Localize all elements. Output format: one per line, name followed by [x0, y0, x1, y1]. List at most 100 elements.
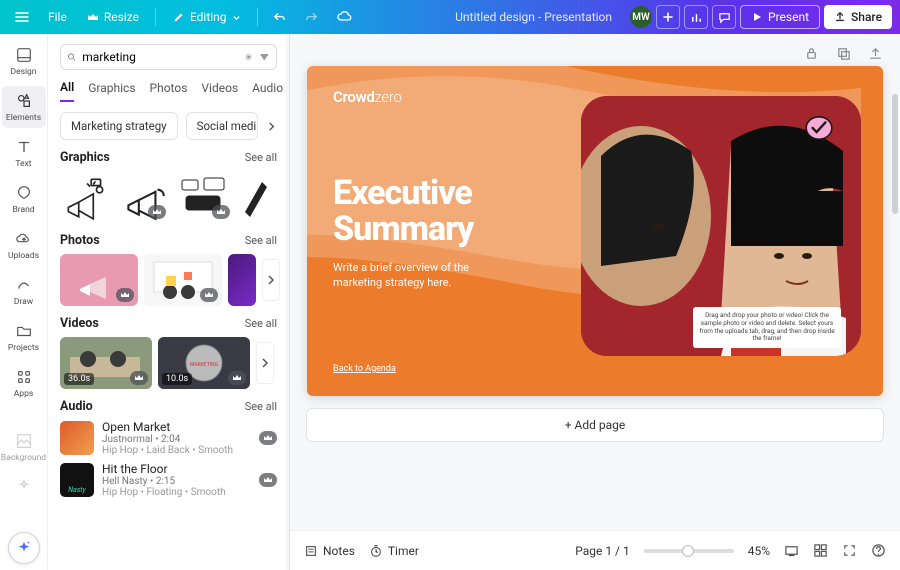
premium-icon [228, 371, 246, 385]
rail-elements[interactable]: Elements [2, 86, 46, 128]
hamburger-menu-icon[interactable] [8, 3, 36, 31]
audio-title: Hit the Floor [102, 462, 251, 476]
zoom-slider[interactable] [644, 549, 734, 553]
design-icon [14, 45, 34, 65]
chevron-right-icon[interactable] [266, 121, 277, 132]
add-collaborator-button[interactable] [656, 5, 680, 29]
timer-label: Timer [388, 544, 419, 558]
add-page-button[interactable]: + Add page [306, 408, 884, 442]
see-all-link[interactable]: See all [245, 317, 277, 330]
rail-background[interactable]: Background [2, 426, 46, 468]
scroll-right-button[interactable] [256, 342, 274, 384]
search-input-wrap[interactable] [60, 44, 277, 70]
notes-icon [304, 544, 318, 558]
rail-label: Text [15, 159, 31, 169]
analytics-button[interactable] [684, 5, 708, 29]
slide-headline: ExecutiveSummary [333, 176, 473, 247]
avatar[interactable]: MW [630, 6, 652, 28]
export-icon[interactable] [866, 44, 884, 62]
redo-button[interactable] [298, 3, 326, 31]
apps-icon [14, 367, 34, 387]
left-rail: Design Elements Text Brand Uploads Draw … [0, 34, 48, 570]
present-button[interactable]: Present [740, 5, 820, 29]
filter-icon[interactable] [259, 49, 270, 65]
rail-label: Projects [8, 343, 39, 353]
premium-icon [259, 473, 277, 487]
rail-text[interactable]: Text [2, 132, 46, 174]
rail-uploads[interactable]: Uploads [2, 224, 46, 266]
rail-apps[interactable]: Apps [2, 362, 46, 404]
tab-graphics[interactable]: Graphics [88, 81, 135, 101]
video-thumb[interactable]: 36.0s [60, 337, 152, 389]
graphic-thumb[interactable]: MARKETING [176, 171, 234, 223]
chip[interactable]: Marketing strategy [60, 112, 178, 140]
notes-button[interactable]: Notes [304, 544, 355, 558]
videos-row: 36.0s MARKETING 10.0s [60, 337, 277, 389]
rail-design[interactable]: Design [2, 40, 46, 82]
lock-icon[interactable] [802, 44, 820, 62]
chip[interactable]: Social media marke [186, 112, 258, 140]
section-title: Videos [60, 316, 99, 331]
photo-thumb[interactable] [228, 254, 256, 306]
slide[interactable]: Crowdzero ExecutiveSummary Write a brief… [307, 66, 883, 396]
magic-button[interactable] [8, 532, 40, 564]
rail-draw[interactable]: Draw [2, 270, 46, 312]
pencil-icon [172, 11, 185, 24]
see-all-link[interactable]: See all [245, 151, 277, 164]
file-label: File [48, 10, 67, 24]
search-input[interactable] [82, 50, 238, 64]
editing-mode-dropdown[interactable]: Editing [164, 5, 249, 29]
clear-icon[interactable] [244, 50, 253, 64]
cloud-sync-icon[interactable] [330, 3, 358, 31]
audio-item[interactable]: Open Market Justnormal • 2:04 Hip Hop • … [60, 420, 277, 456]
page-indicator[interactable]: Page 1 / 1 [575, 544, 630, 558]
audio-artist: Justnormal • 2:04 [102, 434, 251, 445]
comment-button[interactable] [712, 5, 736, 29]
audio-item[interactable]: Nasty Hit the Floor Hell Nasty • 2:15 Hi… [60, 462, 277, 498]
background-icon [14, 431, 34, 451]
tab-all[interactable]: All [60, 80, 74, 102]
audio-cover: Nasty [60, 463, 94, 497]
check-stamp-icon [803, 112, 835, 144]
undo-button[interactable] [266, 3, 294, 31]
tab-videos[interactable]: Videos [201, 81, 238, 101]
rail-effects[interactable] [2, 472, 46, 502]
see-all-link[interactable]: See all [245, 400, 277, 413]
scroll-right-button[interactable] [262, 259, 280, 301]
premium-icon [116, 288, 134, 302]
tip-card: Drag and drop your photo or video! Click… [693, 307, 841, 348]
graphic-thumb[interactable] [240, 171, 270, 223]
grid-view-icon[interactable] [813, 543, 828, 558]
premium-icon [212, 205, 230, 219]
resize-button[interactable]: Resize [79, 5, 147, 29]
graphic-thumb[interactable] [60, 171, 112, 223]
timer-button[interactable]: Timer [369, 544, 419, 558]
tab-photos[interactable]: Photos [150, 81, 188, 101]
graphic-thumb[interactable] [118, 171, 170, 223]
file-menu[interactable]: File [40, 5, 75, 29]
duplicate-icon[interactable] [834, 44, 852, 62]
rail-brand[interactable]: Brand [2, 178, 46, 220]
sparkle-icon [15, 539, 33, 557]
back-to-agenda-link[interactable]: Back to Agenda [333, 364, 396, 374]
fullscreen-icon[interactable] [842, 543, 857, 558]
photo-thumb[interactable] [144, 254, 222, 306]
vertical-scrollbar[interactable] [892, 94, 898, 510]
view-grid-icon[interactable] [784, 543, 799, 558]
canvas-area: Crowdzero ExecutiveSummary Write a brief… [290, 34, 900, 570]
uploads-icon [14, 229, 34, 249]
rail-projects[interactable]: Projects [2, 316, 46, 358]
section-title: Audio [60, 399, 93, 414]
document-title[interactable]: Untitled design - Presentation [455, 10, 612, 24]
audio-tags: Hip Hop • Floating • Smooth [102, 487, 251, 498]
play-icon [751, 11, 763, 23]
video-duration: 10.0s [162, 373, 192, 385]
share-button[interactable]: Share [824, 5, 892, 29]
tab-audio[interactable]: Audio [252, 81, 283, 101]
photo-thumb[interactable] [60, 254, 138, 306]
help-icon[interactable] [871, 543, 886, 558]
see-all-link[interactable]: See all [245, 234, 277, 247]
canvas-tools [290, 34, 900, 66]
suggestion-chips: Marketing strategy Social media marke [60, 112, 277, 140]
video-thumb[interactable]: MARKETING 10.0s [158, 337, 250, 389]
